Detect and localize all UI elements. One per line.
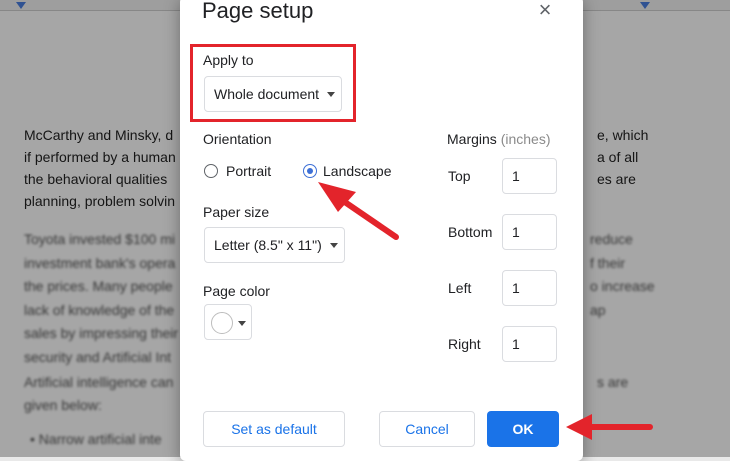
annotation-layer [318, 182, 653, 440]
red-arrow-icon [566, 414, 653, 440]
red-arrow-icon [318, 182, 399, 240]
